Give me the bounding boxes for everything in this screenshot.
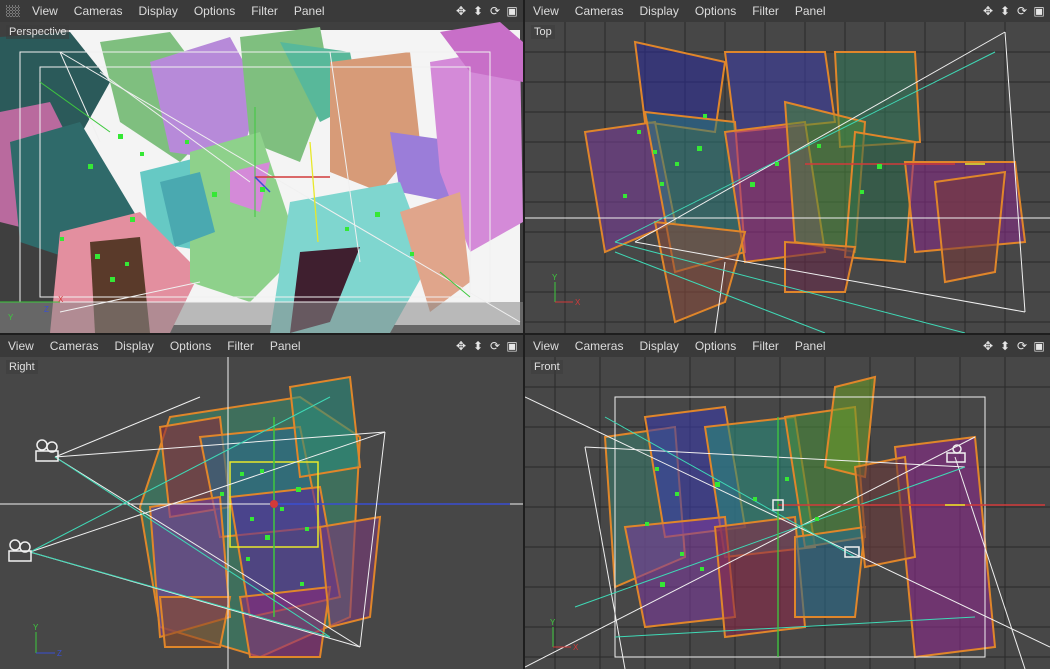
- svg-text:X: X: [575, 298, 581, 307]
- menu-view[interactable]: View: [0, 335, 42, 357]
- rotate-view-icon[interactable]: ⟳: [488, 339, 502, 353]
- menu-options[interactable]: Options: [687, 0, 744, 22]
- perspective-render: Y X Z: [0, 22, 523, 333]
- menu-display[interactable]: Display: [106, 335, 161, 357]
- move-view-icon[interactable]: ✥: [981, 4, 995, 18]
- viewport-label-perspective: Perspective: [6, 25, 70, 39]
- svg-text:Z: Z: [44, 305, 49, 314]
- svg-text:Y: Y: [552, 273, 558, 282]
- menu-options[interactable]: Options: [186, 0, 243, 22]
- rotate-view-icon[interactable]: ⟳: [488, 4, 502, 18]
- viewport-canvas-top[interactable]: Y X Top: [525, 22, 1050, 333]
- menu-view[interactable]: View: [525, 335, 567, 357]
- viewport-menubar: View Cameras Display Options Filter Pane…: [525, 0, 1050, 22]
- menu-filter[interactable]: Filter: [243, 0, 286, 22]
- menu-panel[interactable]: Panel: [787, 335, 834, 357]
- viewport-label-right: Right: [6, 360, 38, 374]
- menu-filter[interactable]: Filter: [219, 335, 262, 357]
- menu-display[interactable]: Display: [631, 0, 686, 22]
- menu-cameras[interactable]: Cameras: [66, 0, 131, 22]
- menu-display[interactable]: Display: [130, 0, 185, 22]
- menu-panel[interactable]: Panel: [262, 335, 309, 357]
- viewport-canvas-front[interactable]: Y X Front: [525, 357, 1050, 669]
- menu-view[interactable]: View: [525, 0, 567, 22]
- svg-text:Y: Y: [33, 623, 39, 632]
- maximize-panel-icon[interactable]: ▣: [1032, 4, 1046, 18]
- right-wireframe: Y Z: [0, 357, 523, 669]
- dolly-view-icon[interactable]: ⬍: [998, 4, 1012, 18]
- menu-view[interactable]: View: [24, 0, 66, 22]
- dolly-view-icon[interactable]: ⬍: [998, 339, 1012, 353]
- svg-text:X: X: [58, 295, 64, 304]
- move-view-icon[interactable]: ✥: [981, 339, 995, 353]
- viewport-canvas-right[interactable]: Y Z Right: [0, 357, 523, 669]
- menu-panel[interactable]: Panel: [787, 0, 834, 22]
- menu-options[interactable]: Options: [162, 335, 219, 357]
- rotate-view-icon[interactable]: ⟳: [1015, 339, 1029, 353]
- menu-filter[interactable]: Filter: [744, 335, 787, 357]
- front-wireframe: Y X: [525, 357, 1050, 669]
- menu-cameras[interactable]: Cameras: [42, 335, 107, 357]
- svg-text:Y: Y: [550, 618, 556, 627]
- viewport-top[interactable]: View Cameras Display Options Filter Pane…: [525, 0, 1050, 333]
- menu-cameras[interactable]: Cameras: [567, 335, 632, 357]
- svg-text:X: X: [573, 643, 579, 652]
- viewport-menubar: View Cameras Display Options Filter Pane…: [0, 335, 523, 357]
- viewport-menubar: View Cameras Display Options Filter Pane…: [0, 0, 523, 22]
- maximize-panel-icon[interactable]: ▣: [505, 4, 519, 18]
- viewport-label-front: Front: [531, 360, 563, 374]
- viewport-right[interactable]: View Cameras Display Options Filter Pane…: [0, 335, 523, 669]
- panel-grip-icon[interactable]: [6, 5, 20, 17]
- top-wireframe: Y X: [525, 22, 1050, 333]
- viewport-front[interactable]: View Cameras Display Options Filter Pane…: [525, 335, 1050, 669]
- move-view-icon[interactable]: ✥: [454, 339, 468, 353]
- rotate-view-icon[interactable]: ⟳: [1015, 4, 1029, 18]
- menu-panel[interactable]: Panel: [286, 0, 333, 22]
- menu-filter[interactable]: Filter: [744, 0, 787, 22]
- dolly-view-icon[interactable]: ⬍: [471, 4, 485, 18]
- menu-display[interactable]: Display: [631, 335, 686, 357]
- viewport-menubar: View Cameras Display Options Filter Pane…: [525, 335, 1050, 357]
- viewport-layout: View Cameras Display Options Filter Pane…: [0, 0, 1050, 669]
- viewport-label-top: Top: [531, 25, 555, 39]
- viewport-perspective[interactable]: View Cameras Display Options Filter Pane…: [0, 0, 523, 333]
- menu-options[interactable]: Options: [687, 335, 744, 357]
- svg-text:Y: Y: [8, 313, 14, 322]
- move-view-icon[interactable]: ✥: [454, 4, 468, 18]
- maximize-panel-icon[interactable]: ▣: [1032, 339, 1046, 353]
- dolly-view-icon[interactable]: ⬍: [471, 339, 485, 353]
- svg-text:Z: Z: [57, 649, 62, 658]
- maximize-panel-icon[interactable]: ▣: [505, 339, 519, 353]
- viewport-canvas-perspective[interactable]: Y X Z Perspective: [0, 22, 523, 333]
- menu-cameras[interactable]: Cameras: [567, 0, 632, 22]
